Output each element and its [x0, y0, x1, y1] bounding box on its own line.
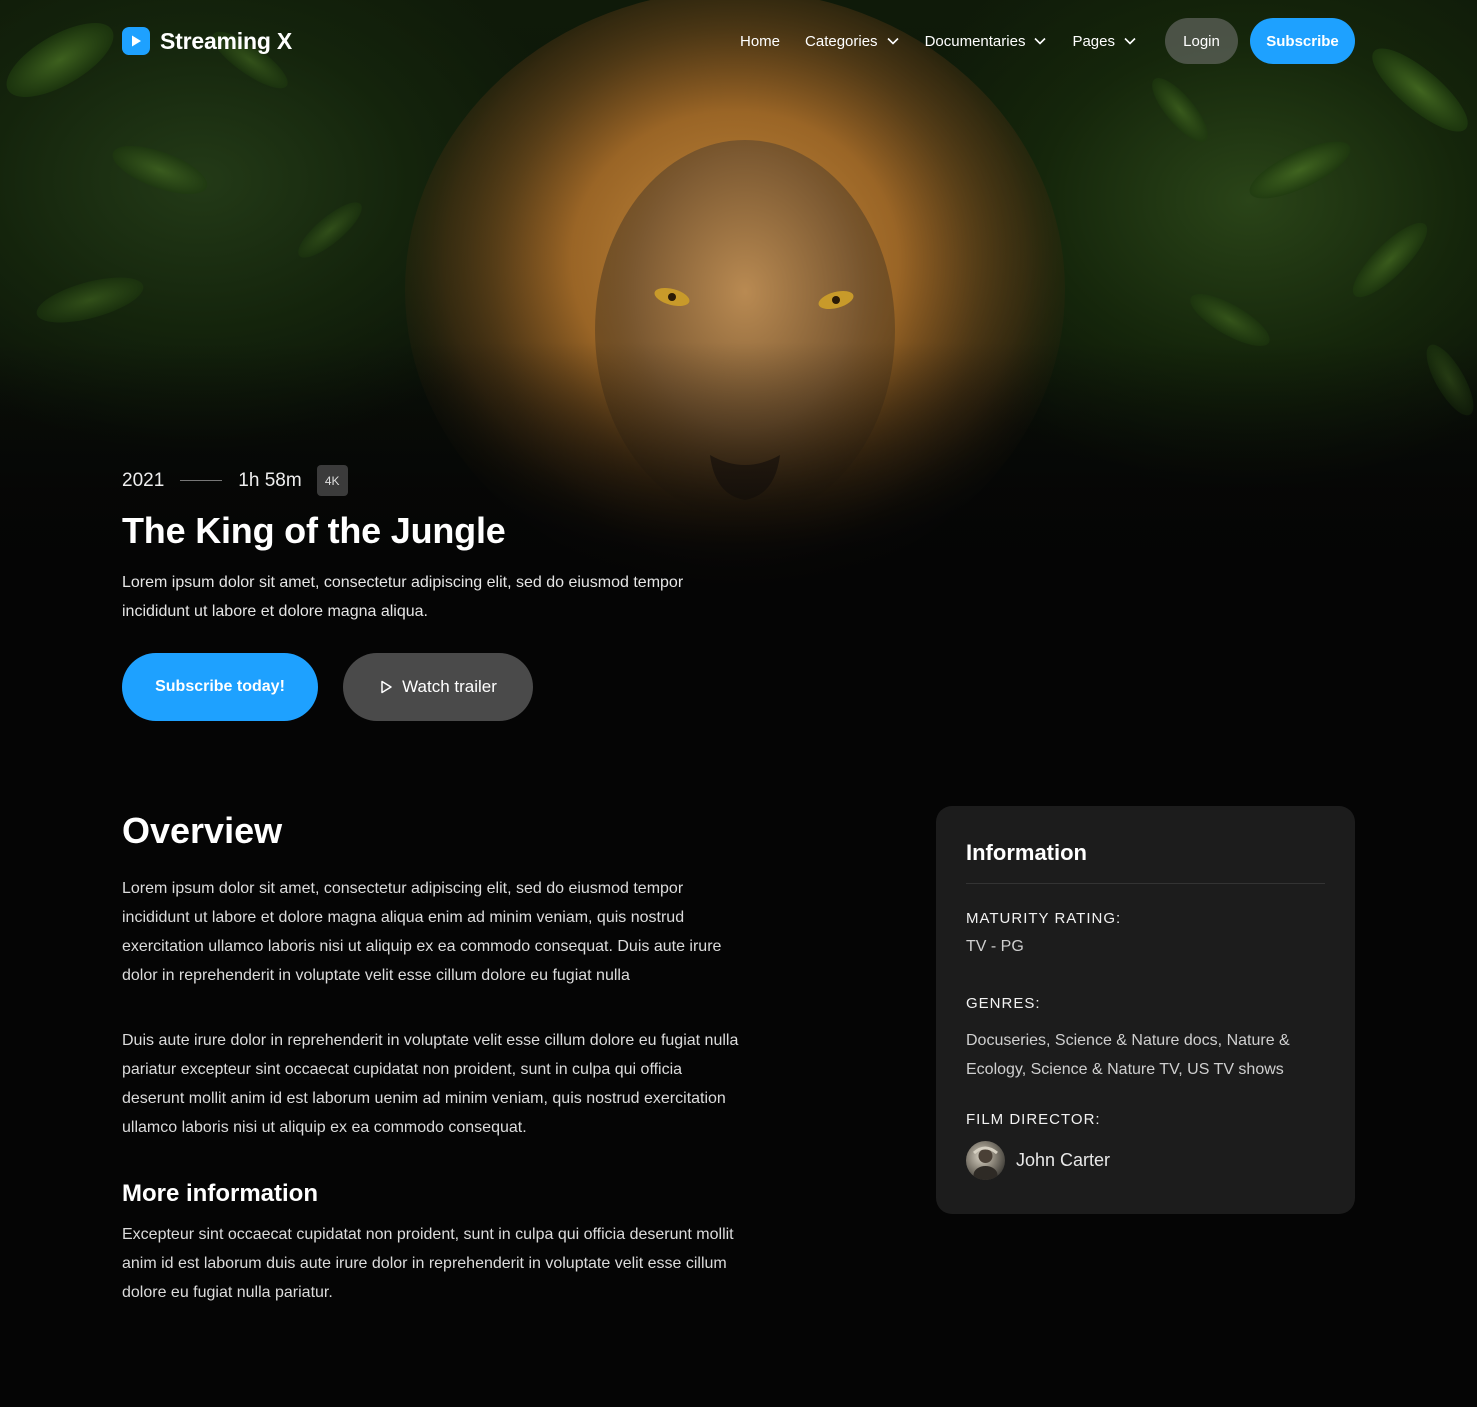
nav-documentaries[interactable]: Documentaries [925, 33, 1048, 50]
maturity-rating-label: MATURITY RATING: [966, 910, 1122, 927]
hero-description: Lorem ipsum dolor sit amet, consectetur … [122, 574, 684, 620]
login-button[interactable]: Login [1165, 18, 1238, 64]
play-icon [381, 680, 392, 694]
subscribe-today-button[interactable]: Subscribe today! [122, 653, 318, 721]
film-director-label: FILM DIRECTOR: [966, 1111, 1101, 1128]
director-name: John Carter [1016, 1150, 1111, 1170]
information-divider [966, 883, 1325, 884]
nav-categories[interactable]: Categories [805, 33, 900, 50]
avatar [966, 1141, 1005, 1180]
duration: 1h 58m [238, 469, 302, 491]
maturity-rating-value: TV - PG [966, 938, 1024, 955]
logo[interactable]: Streaming X [122, 27, 292, 55]
nav-home-label: Home [740, 32, 781, 50]
play-logo-icon [122, 27, 150, 55]
genres-value: Docuseries, Science & Nature docs, Natur… [966, 1032, 1290, 1078]
main-nav: Home Categories Documentaries Pages Logi… [740, 18, 1355, 64]
subscribe-button[interactable]: Subscribe [1250, 18, 1355, 64]
watch-trailer-button[interactable]: Watch trailer [343, 653, 533, 721]
chevron-down-icon [1124, 37, 1136, 45]
chevron-down-icon [886, 37, 899, 45]
nav-pages[interactable]: Pages [1072, 33, 1137, 50]
genres-label: GENRES: [966, 995, 1041, 1012]
hero-background-image [0, 0, 1477, 760]
nav-documentaries-label: Documentaries [924, 32, 1026, 50]
more-information-text: Excepteur sint occaecat cupidatat non pr… [122, 1226, 734, 1301]
information-title: Information [966, 840, 1087, 865]
meta-divider [180, 480, 223, 481]
nav-pages-label: Pages [1072, 32, 1115, 50]
more-information-title: More information [122, 1180, 318, 1207]
overview-title: Overview [122, 810, 283, 851]
director[interactable]: John Carter [966, 1141, 1110, 1180]
hero-title: The King of the Jungle [122, 510, 506, 551]
title-meta: 2021 1h 58m 4K [122, 465, 348, 496]
site-header: Streaming X Home Categories Documentarie… [122, 18, 1355, 64]
nav-categories-label: Categories [805, 32, 878, 50]
quality-badge: 4K [316, 465, 348, 496]
chevron-down-icon [1034, 37, 1047, 45]
overview-paragraph-2: Duis aute irure dolor in reprehenderit i… [122, 1032, 739, 1136]
watch-trailer-label: Watch trailer [402, 677, 497, 696]
brand-name: Streaming X [160, 27, 293, 54]
release-year: 2021 [122, 469, 165, 491]
information-card: Information MATURITY RATING: TV - PG GEN… [936, 806, 1355, 1214]
overview-paragraph-1: Lorem ipsum dolor sit amet, consectetur … [122, 880, 722, 984]
nav-home[interactable]: Home [740, 33, 780, 50]
